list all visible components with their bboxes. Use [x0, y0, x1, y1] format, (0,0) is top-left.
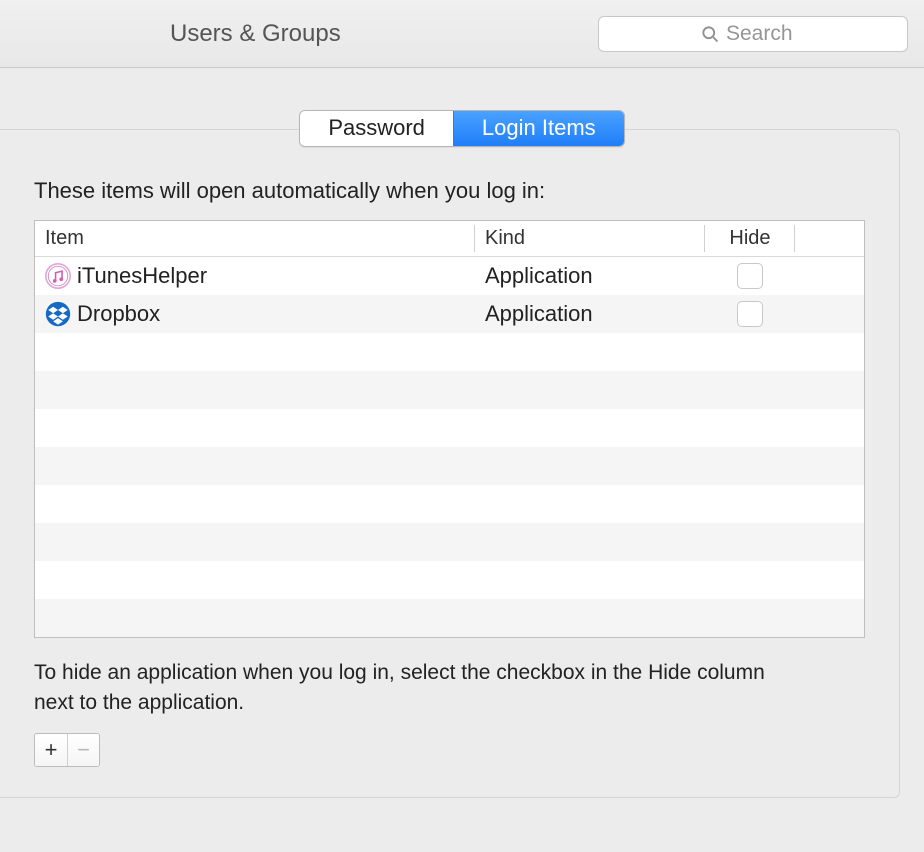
empty-row [35, 599, 864, 637]
table-row[interactable]: Dropbox Application [35, 295, 864, 333]
table-row[interactable]: iTunesHelper Application [35, 257, 864, 295]
column-header-hide[interactable]: Hide [705, 221, 795, 256]
table-header: Item Kind Hide [35, 221, 864, 257]
column-header-spacer [795, 221, 864, 256]
remove-button[interactable]: − [67, 734, 99, 766]
search-icon [700, 24, 720, 44]
login-items-table: Item Kind Hide iTunesHelper Application [34, 220, 865, 638]
empty-row [35, 371, 864, 409]
itunes-icon [45, 263, 71, 289]
empty-row [35, 409, 864, 447]
empty-row [35, 485, 864, 523]
hide-checkbox[interactable] [737, 263, 763, 289]
hint-text: To hide an application when you log in, … [34, 658, 804, 719]
empty-row [35, 561, 864, 599]
column-header-item[interactable]: Item [35, 221, 475, 256]
tab-bar: Password Login Items [0, 110, 924, 147]
empty-row [35, 447, 864, 485]
search-input[interactable] [598, 16, 908, 52]
column-header-kind[interactable]: Kind [475, 221, 705, 256]
item-kind: Application [475, 257, 705, 295]
item-name: iTunesHelper [77, 263, 207, 289]
item-kind: Application [475, 295, 705, 333]
toolbar: Users & Groups [0, 0, 924, 68]
plus-icon: + [45, 737, 58, 763]
tab-password[interactable]: Password [300, 111, 453, 146]
minus-icon: − [77, 737, 90, 763]
tab-login-items[interactable]: Login Items [453, 111, 624, 146]
item-name: Dropbox [77, 301, 160, 327]
add-button[interactable]: + [35, 734, 67, 766]
search-field[interactable] [726, 22, 806, 46]
dropbox-icon [45, 301, 71, 327]
login-items-description: These items will open automatically when… [34, 178, 865, 204]
main-panel: These items will open automatically when… [0, 129, 900, 798]
empty-row [35, 333, 864, 371]
hide-checkbox[interactable] [737, 301, 763, 327]
empty-row [35, 523, 864, 561]
add-remove-group: + − [34, 733, 100, 767]
window-title: Users & Groups [170, 20, 341, 48]
